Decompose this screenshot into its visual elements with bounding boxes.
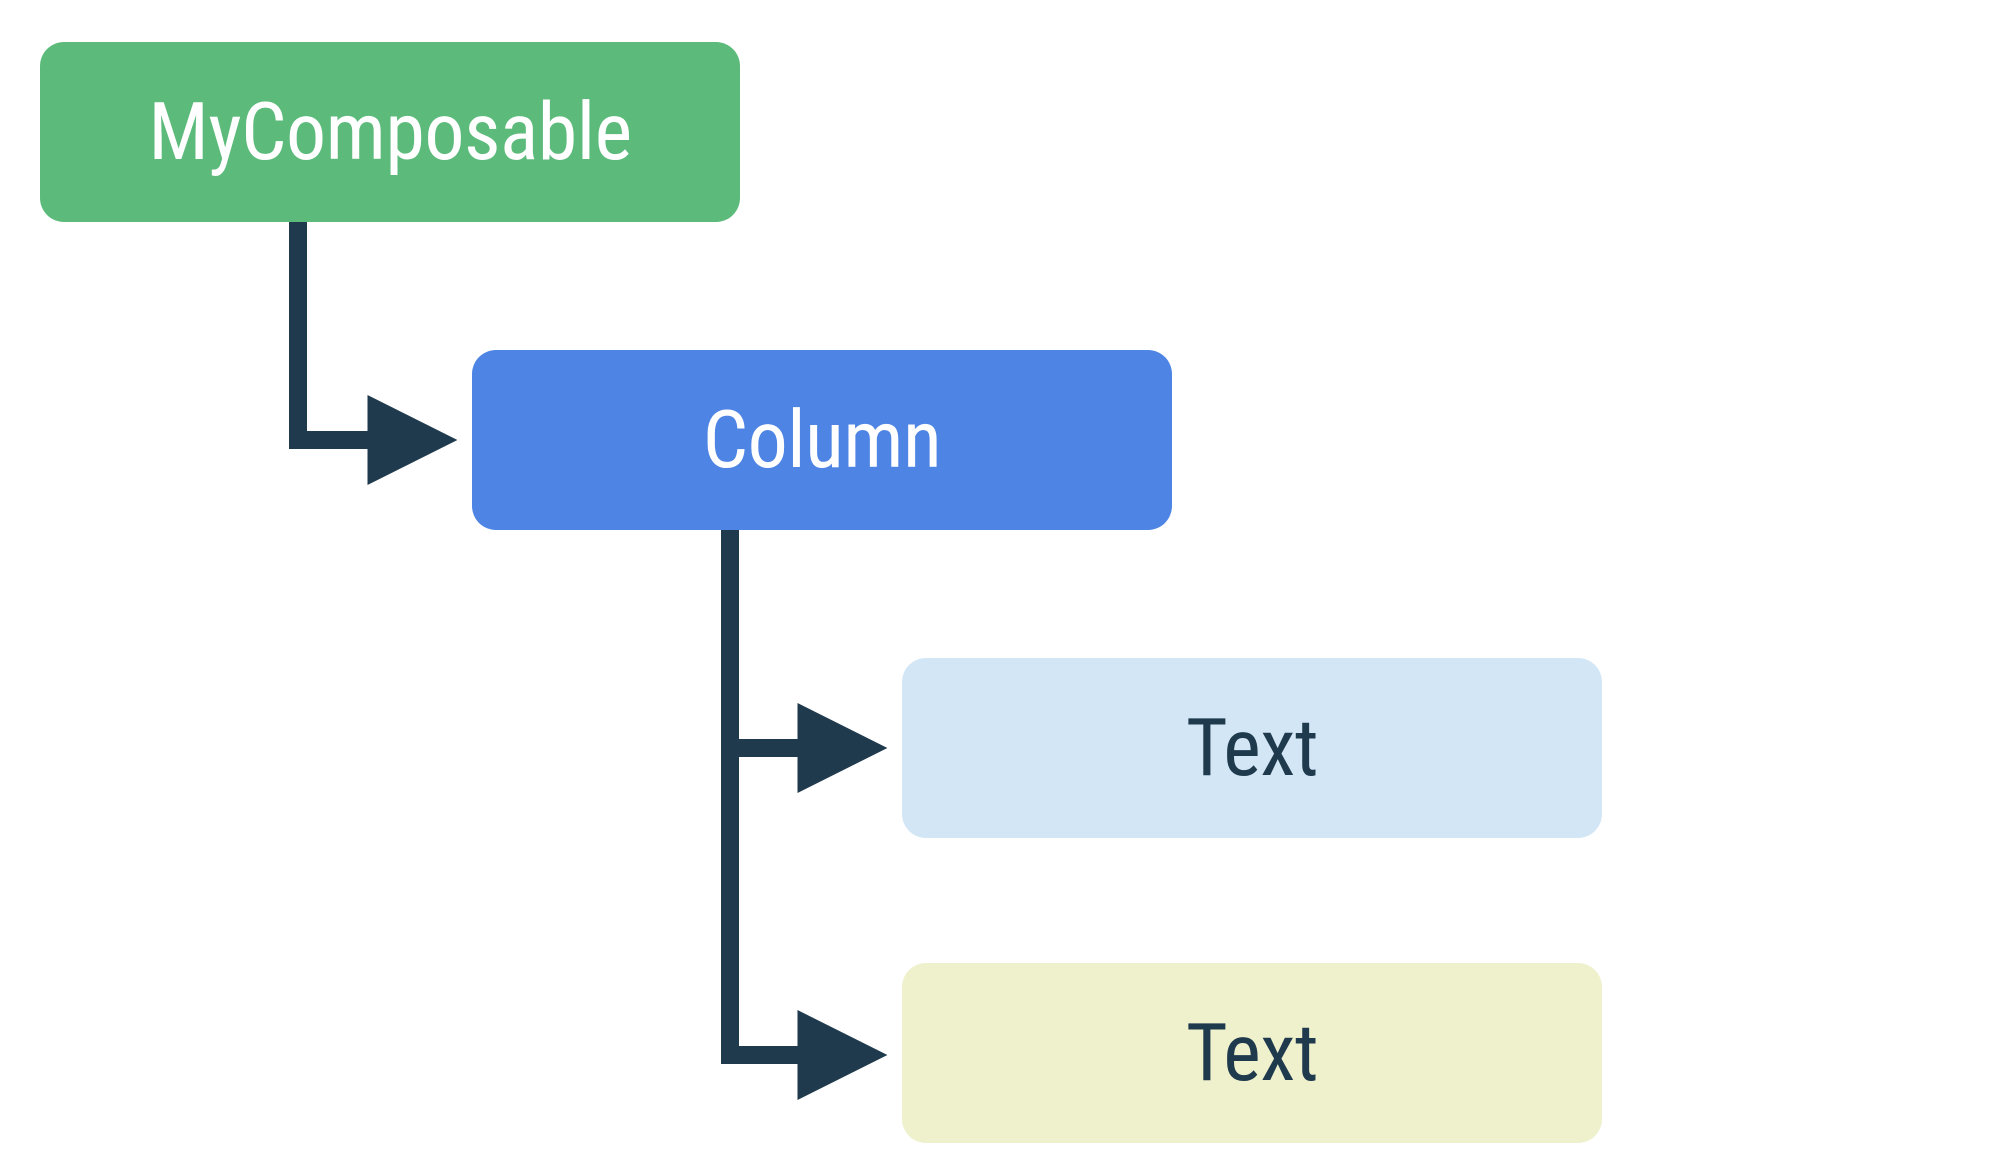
node-text-1-label: Text — [1186, 701, 1318, 795]
edge-column-to-text2 — [730, 740, 855, 1055]
node-column: Column — [472, 350, 1172, 530]
node-text-2-label: Text — [1186, 1006, 1318, 1100]
node-column-label: Column — [703, 393, 942, 487]
edge-column-to-text1 — [730, 530, 855, 748]
node-text-1: Text — [902, 658, 1602, 838]
node-text-2: Text — [902, 963, 1602, 1143]
node-my-composable-label: MyComposable — [148, 85, 631, 179]
edge-root-to-column — [298, 222, 425, 440]
node-my-composable: MyComposable — [40, 42, 740, 222]
